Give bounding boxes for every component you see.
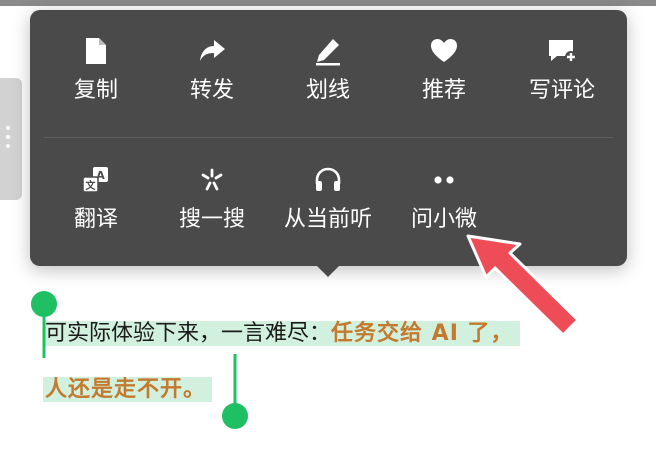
selection-end-handle[interactable] bbox=[220, 354, 250, 432]
listen-label: 从当前听 bbox=[283, 207, 372, 232]
selected-text-line[interactable]: 可实际体验下来，一言难尽：任务交给 AI 了， bbox=[43, 312, 520, 356]
menu-row-primary: 复制 转发 划线 推荐 写评论 bbox=[30, 36, 627, 136]
two-dots-icon bbox=[386, 165, 502, 199]
menu-divider bbox=[44, 137, 613, 138]
listen-from-here-button[interactable]: 从当前听 bbox=[270, 165, 386, 255]
search-button[interactable]: 搜一搜 bbox=[154, 165, 270, 255]
headphones-icon bbox=[270, 165, 386, 199]
underline-label: 划线 bbox=[305, 78, 350, 103]
text-highlight: 人还是走不开。 bbox=[43, 377, 213, 402]
clipped-text-line bbox=[0, 0, 656, 6]
selection-start-handle[interactable] bbox=[29, 290, 59, 360]
write-comment-button[interactable]: 写评论 bbox=[504, 36, 620, 126]
share-arrow-icon bbox=[154, 36, 270, 70]
write-comment-label: 写评论 bbox=[528, 78, 595, 103]
selected-accent-text: 人还是走不开。 bbox=[45, 377, 207, 402]
underline-button[interactable]: 划线 bbox=[270, 36, 386, 126]
selected-plain-text: 可实际体验下来，一言难尽： bbox=[45, 321, 332, 346]
recommend-label: 推荐 bbox=[421, 78, 466, 103]
copy-label: 复制 bbox=[73, 78, 118, 103]
ask-assistant-label: 问小微 bbox=[410, 207, 477, 232]
svg-text:文: 文 bbox=[86, 179, 97, 192]
translate-label: 翻译 bbox=[73, 207, 118, 232]
search-label: 搜一搜 bbox=[178, 207, 245, 232]
translate-button[interactable]: A文 翻译 bbox=[38, 165, 154, 255]
pen-icon bbox=[270, 36, 386, 70]
side-drawer-handle[interactable] bbox=[0, 78, 22, 200]
translate-icon: A文 bbox=[38, 165, 154, 199]
ask-assistant-button[interactable]: 问小微 bbox=[386, 165, 502, 255]
heart-icon bbox=[386, 36, 502, 70]
menu-row-secondary: A文 翻译 搜一搜 从当前听 问小微 bbox=[30, 165, 627, 265]
recommend-button[interactable]: 推荐 bbox=[386, 36, 502, 126]
forward-button[interactable]: 转发 bbox=[154, 36, 270, 126]
menu-pointer bbox=[316, 265, 340, 277]
drag-dots-icon bbox=[6, 126, 10, 153]
selection-context-menu: 复制 转发 划线 推荐 写评论 A 文 翻译 搜一搜 从当前听 问小微 bbox=[30, 10, 627, 266]
reader-page: 复制 转发 划线 推荐 写评论 A 文 翻译 搜一搜 从当前听 问小微 可实际体… bbox=[0, 0, 656, 462]
selected-accent-text: 任务交给 AI 了， bbox=[331, 321, 514, 346]
copy-button[interactable]: 复制 bbox=[38, 36, 154, 126]
comment-add-icon bbox=[504, 36, 620, 70]
search-spark-icon bbox=[154, 165, 270, 199]
forward-label: 转发 bbox=[189, 78, 234, 103]
text-highlight: 可实际体验下来，一言难尽：任务交给 AI 了， bbox=[43, 321, 520, 346]
document-icon bbox=[38, 36, 154, 70]
selected-text-line[interactable]: 人还是走不开。 bbox=[43, 368, 213, 412]
